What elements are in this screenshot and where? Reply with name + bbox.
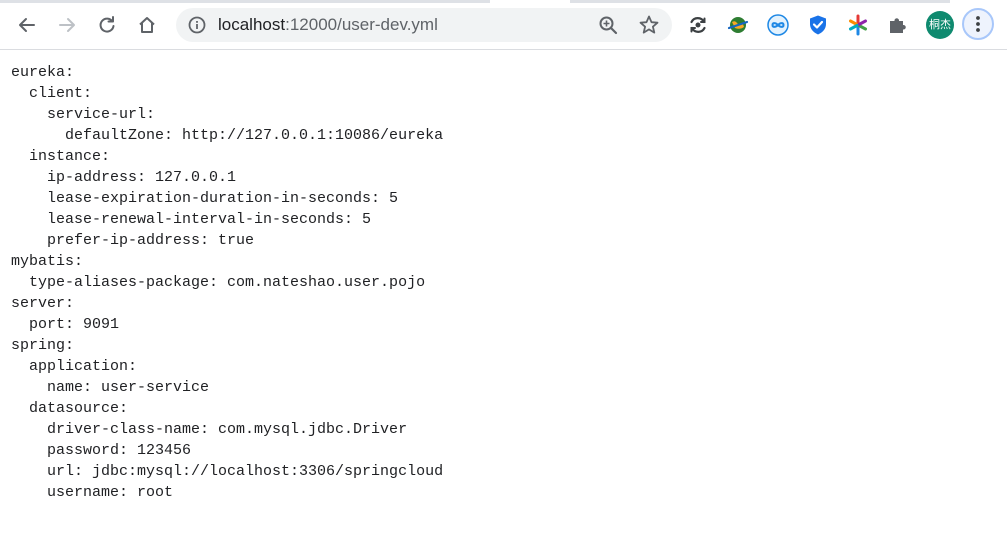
url-text[interactable]: localhost:12000/user-dev.yml [218,15,438,35]
kebab-menu-icon [976,16,980,32]
home-button[interactable] [131,9,163,41]
tab-strip-edge [0,0,490,3]
globe-extension-button[interactable] [726,13,750,37]
asterisk-extension-icon [849,14,867,36]
yaml-line: client: [11,85,93,102]
yaml-line: username: root [11,484,174,501]
globe-extension-icon [727,17,749,33]
shield-extension-button[interactable] [806,13,830,37]
yaml-line: prefer-ip-address: true [11,232,255,249]
yaml-line: application: [11,358,138,375]
home-icon [139,17,155,33]
yaml-line: server: [11,295,75,312]
yaml-line: spring: [11,337,75,354]
url-path: :12000/user-dev.yml [285,15,438,34]
asterisk-extension-button[interactable] [846,13,870,37]
info-icon[interactable] [188,16,206,34]
yaml-line: service-url: [11,106,156,123]
browser-toolbar: localhost:12000/user-dev.yml 桐杰 [0,0,1007,50]
yaml-line: instance: [11,148,111,165]
browser-menu-button[interactable] [962,8,994,40]
yaml-line: lease-expiration-duration-in-seconds: 5 [11,190,399,207]
yaml-line: datasource: [11,400,129,417]
reload-icon [99,16,115,33]
yaml-line: port: 9091 [11,316,120,333]
back-button[interactable] [11,9,43,41]
yaml-line: type-aliases-package: com.nateshao.user.… [11,274,426,291]
yaml-line: ip-address: 127.0.0.1 [11,169,237,186]
extensions-button[interactable] [886,13,910,37]
yaml-content: eureka: client: service-url: defaultZone… [11,62,443,503]
yaml-line: defaultZone: http://127.0.0.1:10086/eure… [11,127,444,144]
sync-extension-button[interactable] [686,13,710,37]
reload-button[interactable] [91,9,123,41]
yaml-line: eureka: [11,64,75,81]
url-host: localhost [218,15,286,34]
yaml-line: url: jdbc:mysql://localhost:3306/springc… [11,463,444,480]
profile-avatar[interactable]: 桐杰 [926,11,954,39]
infinity-extension-icon [767,14,789,36]
arrow-right-icon [59,18,75,32]
forward-button[interactable] [51,9,83,41]
sync-extension-icon [690,17,706,33]
star-icon[interactable] [638,14,660,36]
yaml-line: lease-renewal-interval-in-seconds: 5 [11,211,372,228]
infinity-extension-button[interactable] [766,13,790,37]
yaml-line: name: user-service [11,379,210,396]
puzzle-icon [890,18,906,33]
address-bar[interactable]: localhost:12000/user-dev.yml [176,8,672,42]
yaml-line: mybatis: [11,253,84,270]
zoom-in-icon[interactable] [598,15,618,35]
tab-strip-edge [570,0,950,3]
yaml-line: driver-class-name: com.mysql.jdbc.Driver [11,421,408,438]
yaml-line: password: 123456 [11,442,192,459]
shield-extension-icon [810,15,826,35]
arrow-left-icon [19,18,35,32]
